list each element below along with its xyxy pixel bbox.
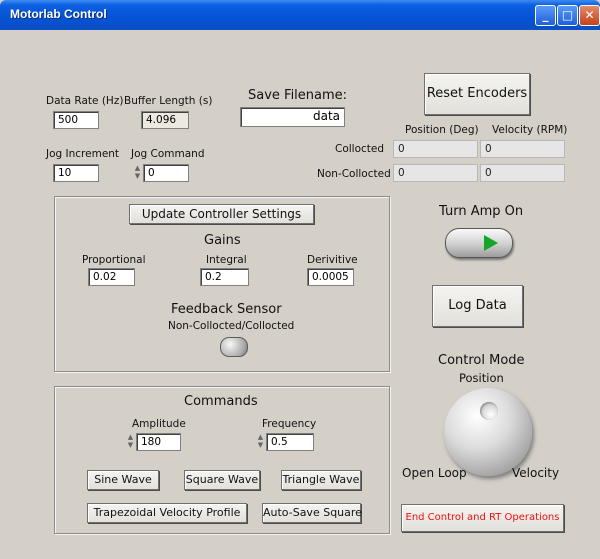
jog-increment-field[interactable]: 10 xyxy=(53,164,99,182)
jog-command-label: Jog Command xyxy=(131,148,205,160)
minimize-button[interactable]: _ xyxy=(535,5,556,26)
maximize-button[interactable]: □ xyxy=(557,5,578,26)
window-title: Motorlab Control xyxy=(10,7,107,21)
position-header: Position (Deg) xyxy=(405,124,479,136)
minimize-icon: _ xyxy=(542,8,549,22)
integral-label: Integral xyxy=(206,254,247,266)
position-mode-label: Position xyxy=(459,371,504,385)
control-mode-knob[interactable] xyxy=(444,388,532,476)
close-button[interactable]: ✕ xyxy=(579,5,600,26)
buffer-length-label: Buffer Length (s) xyxy=(124,95,213,107)
main-panel: Data Rate (Hz) 500 Buffer Length (s) 4.0… xyxy=(10,30,590,559)
turn-amp-on-label: Turn Amp On xyxy=(439,204,524,219)
jog-command-spinner[interactable]: ▲ ▼ xyxy=(133,164,142,182)
proportional-field[interactable]: 0.02 xyxy=(88,268,135,286)
spin-up-icon: ▲ xyxy=(134,164,141,172)
reset-encoders-button[interactable]: Reset Encoders xyxy=(424,73,530,115)
frequency-spinner[interactable]: ▲ ▼ xyxy=(256,433,265,451)
frequency-label: Frequency xyxy=(262,418,317,430)
close-icon: ✕ xyxy=(584,8,595,22)
data-rate-label: Data Rate (Hz) xyxy=(46,95,124,107)
auto-save-square-button[interactable]: Auto-Save Square xyxy=(262,503,362,523)
derivative-label: Derivitive xyxy=(307,254,358,266)
trapezoidal-velocity-button[interactable]: Trapezoidal Velocity Profile xyxy=(87,503,247,523)
feedback-sensor-sublabel: Non-Collocted/Collocted xyxy=(168,320,295,332)
end-control-button[interactable]: End Control and RT Operations xyxy=(401,504,564,532)
buffer-length-field: 4.096 xyxy=(141,111,189,129)
collocated-label: Collocted xyxy=(335,143,385,155)
collocated-position: 0 xyxy=(393,140,478,158)
non-collocated-position: 0 xyxy=(393,164,478,182)
commands-title: Commands xyxy=(184,394,258,409)
amplitude-label: Amplitude xyxy=(132,418,186,430)
frequency-field[interactable]: 0.5 xyxy=(266,433,314,451)
square-wave-button[interactable]: Square Wave xyxy=(184,470,260,490)
maximize-icon: □ xyxy=(561,8,574,22)
non-collocated-label: Non-Collocted xyxy=(317,168,391,180)
data-rate-field[interactable]: 500 xyxy=(53,111,99,129)
spin-up-icon: ▲ xyxy=(257,433,264,441)
gains-label: Gains xyxy=(204,233,241,248)
jog-increment-label: Jog Increment xyxy=(46,148,120,160)
feedback-sensor-label: Feedback Sensor xyxy=(171,302,282,317)
save-filename-field[interactable]: data xyxy=(240,107,345,127)
jog-command-field[interactable]: 0 xyxy=(143,164,189,182)
title-bar[interactable]: Motorlab Control _ □ ✕ xyxy=(0,0,600,30)
integral-field[interactable]: 0.2 xyxy=(200,268,249,286)
spin-up-icon: ▲ xyxy=(127,433,134,441)
spin-down-icon: ▼ xyxy=(257,441,264,449)
save-filename-label: Save Filename: xyxy=(248,88,348,103)
led-indicator-icon xyxy=(484,235,498,251)
amplitude-field[interactable]: 180 xyxy=(136,433,181,451)
open-loop-label: Open Loop xyxy=(402,466,467,480)
non-collocated-velocity: 0 xyxy=(480,164,565,182)
triangle-wave-button[interactable]: Triangle Wave xyxy=(281,470,361,490)
velocity-header: Velocity (RPM) xyxy=(492,124,568,136)
motorlab-window: Motorlab Control _ □ ✕ Data Rate (Hz) 50… xyxy=(0,0,600,559)
proportional-label: Proportional xyxy=(82,254,146,266)
spin-down-icon: ▼ xyxy=(134,172,141,180)
log-data-button[interactable]: Log Data xyxy=(432,285,523,327)
update-controller-button[interactable]: Update Controller Settings xyxy=(129,204,314,224)
collocated-velocity: 0 xyxy=(480,140,565,158)
sine-wave-button[interactable]: Sine Wave xyxy=(87,470,159,490)
knob-dimple-icon xyxy=(480,402,498,420)
spin-down-icon: ▼ xyxy=(127,441,134,449)
amp-power-switch[interactable] xyxy=(445,228,513,258)
control-mode-label: Control Mode xyxy=(438,353,525,368)
amplitude-spinner[interactable]: ▲ ▼ xyxy=(126,433,135,451)
derivative-field[interactable]: 0.0005 xyxy=(307,268,354,286)
velocity-mode-label: Velocity xyxy=(512,466,560,480)
feedback-sensor-toggle[interactable] xyxy=(220,337,248,357)
